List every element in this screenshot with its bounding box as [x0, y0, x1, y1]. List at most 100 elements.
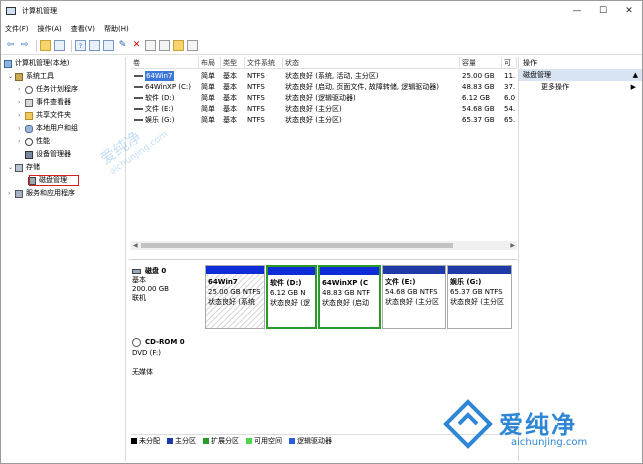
- tree-label: 任务计划程序: [36, 85, 78, 93]
- expand-icon[interactable]: ›: [18, 84, 25, 95]
- open-folder-icon[interactable]: [173, 40, 184, 51]
- cdrom-name: CD-ROM 0: [145, 338, 185, 346]
- column-header-status[interactable]: 状态: [283, 57, 460, 69]
- more-actions-item[interactable]: 更多操作 ▶: [519, 81, 642, 93]
- tree-item-local-users[interactable]: › 本地用户和组: [18, 123, 78, 134]
- expand-icon[interactable]: ›: [18, 136, 25, 147]
- partition-name: 娱乐 (G:): [450, 278, 482, 286]
- view-icon[interactable]: [103, 40, 114, 51]
- show-hide-tree-icon[interactable]: [54, 40, 65, 51]
- tree-label: 计算机管理(本地): [15, 59, 70, 67]
- properties-icon[interactable]: [89, 40, 100, 51]
- settings-icon[interactable]: [187, 40, 198, 51]
- collapse-up-icon[interactable]: ▲: [633, 69, 638, 81]
- tree-item-shared-folders[interactable]: › 共享文件夹: [18, 110, 71, 121]
- delete-icon[interactable]: ✕: [131, 40, 142, 51]
- volume-free: 11.: [504, 72, 516, 80]
- column-header-filesystem[interactable]: 文件系统: [245, 57, 283, 69]
- forward-arrow-icon[interactable]: ⇨: [19, 40, 30, 51]
- tree-item-performance[interactable]: › 性能: [18, 136, 50, 147]
- volume-status: 状态良好 (主分区): [285, 116, 342, 124]
- maximize-button[interactable]: ☐: [590, 1, 616, 21]
- volume-type: 基本: [223, 72, 237, 80]
- tree-item-device-manager[interactable]: 设备管理器: [25, 149, 71, 160]
- scroll-left-icon[interactable]: ◀: [133, 241, 138, 250]
- volume-icon: [134, 75, 143, 77]
- volume-layout: 简单: [201, 94, 215, 102]
- disk0-info[interactable]: 磁盘 0 基本 200.00 GB 联机: [132, 267, 203, 303]
- tree-item-services-apps[interactable]: › 服务和应用程序: [8, 188, 75, 199]
- connect-icon[interactable]: ✎: [117, 40, 128, 51]
- horizontal-scrollbar[interactable]: ◀ ▶: [131, 241, 517, 250]
- expand-icon[interactable]: ›: [18, 123, 25, 134]
- cd-icon: [132, 338, 141, 347]
- partition-status: 状态良好 (逻: [270, 299, 310, 307]
- partition-name: 64WinXP (C: [322, 279, 369, 287]
- collapse-icon[interactable]: ⌄: [8, 162, 15, 173]
- legend-swatch: [203, 437, 209, 444]
- partition-entertainment-g[interactable]: 娱乐 (G:) 65.37 GB NTFS 状态良好 (主分区: [447, 265, 512, 329]
- expand-icon[interactable]: ›: [18, 110, 25, 121]
- volume-icon: [134, 97, 143, 99]
- computer-icon: [4, 59, 12, 68]
- document-icon[interactable]: [159, 40, 170, 51]
- tree-label: 共享文件夹: [36, 111, 71, 119]
- tools-icon: [15, 72, 23, 81]
- watermark-url: aichunjing.com: [511, 437, 588, 448]
- legend-item: 扩展分区: [203, 436, 239, 446]
- legend-swatch: [167, 437, 173, 444]
- partition-name: 文件 (E:): [385, 278, 416, 286]
- back-arrow-icon[interactable]: ⇦: [5, 40, 16, 51]
- close-button[interactable]: ✕: [616, 1, 642, 21]
- column-header-layout[interactable]: 布局: [199, 57, 221, 69]
- volume-filesystem: NTFS: [247, 94, 265, 102]
- menu-file[interactable]: 文件(F): [5, 24, 29, 34]
- cdrom-info[interactable]: CD-ROM 0 DVD (F:) 无媒体: [132, 337, 203, 378]
- tree-item-event-viewer[interactable]: › 事件查看器: [18, 97, 71, 108]
- tree-item-root[interactable]: 计算机管理(本地): [4, 58, 69, 69]
- column-header-volume[interactable]: 卷: [131, 57, 199, 69]
- tree-item-storage[interactable]: ⌄ 存储: [8, 162, 40, 173]
- volume-capacity: 6.12 GB: [462, 94, 491, 102]
- partition-size: 54.68 GB NTFS: [385, 288, 438, 296]
- checklist-icon[interactable]: [145, 40, 156, 51]
- legend-swatch: [131, 437, 137, 444]
- partition-name: 软件 (D:): [270, 279, 302, 287]
- partition-software-d[interactable]: 软件 (D:) 6.12 GB N 状态良好 (逻: [266, 265, 317, 329]
- actions-header: 操作: [523, 59, 537, 67]
- legend-item: 逻辑驱动器: [289, 436, 332, 446]
- primary-partition-band: [206, 266, 264, 274]
- pane-splitter[interactable]: [129, 259, 517, 260]
- menu-view[interactable]: 查看(V): [71, 24, 95, 34]
- up-folder-icon[interactable]: [40, 40, 51, 51]
- legend-item: 可用空间: [246, 436, 282, 446]
- disk-name: 磁盘 0: [145, 267, 167, 275]
- shared-folder-icon: [25, 111, 33, 120]
- partition-status: 状态良好 (启动: [322, 299, 369, 307]
- column-header-free[interactable]: 可: [502, 57, 517, 69]
- column-header-type[interactable]: 类型: [221, 57, 245, 69]
- table-row[interactable]: 64WinXP (C:) 简单 基本 NTFS 状态良好 (启动, 页面文件, …: [131, 82, 517, 92]
- volume-layout: 简单: [201, 72, 215, 80]
- tree-item-task-scheduler[interactable]: › 任务计划程序: [18, 84, 78, 95]
- help-icon[interactable]: ?: [75, 40, 86, 51]
- volume-filesystem: NTFS: [247, 116, 265, 124]
- menu-help[interactable]: 帮助(H): [104, 24, 129, 34]
- legend-label: 未分配: [139, 436, 160, 445]
- highlight-box: [29, 175, 79, 186]
- expand-icon[interactable]: ›: [8, 188, 15, 199]
- partition-files-e[interactable]: 文件 (E:) 54.68 GB NTFS 状态良好 (主分区: [382, 265, 446, 329]
- expand-icon[interactable]: ›: [18, 97, 25, 108]
- scroll-right-icon[interactable]: ▶: [510, 241, 515, 250]
- scrollbar-thumb[interactable]: [141, 243, 453, 248]
- menu-action[interactable]: 操作(A): [38, 24, 62, 34]
- column-header-capacity[interactable]: 容量: [460, 57, 502, 69]
- table-row[interactable]: 64Win7 简单 基本 NTFS 状态良好 (系统, 活动, 主分区) 25.…: [131, 71, 517, 81]
- collapse-icon[interactable]: ⌄: [8, 71, 15, 82]
- partition-64winxp-c[interactable]: 64WinXP (C 48.83 GB NTF 状态良好 (启动: [318, 265, 381, 329]
- minimize-button[interactable]: —: [564, 1, 590, 21]
- tree-item-system-tools[interactable]: ⌄ 系统工具: [8, 71, 54, 82]
- actions-section-disk-management[interactable]: 磁盘管理 ▲: [519, 69, 642, 81]
- partition-64win7[interactable]: 64Win7 25.00 GB NTFS 状态良好 (系统: [205, 265, 265, 329]
- partition-size: 6.12 GB N: [270, 289, 306, 297]
